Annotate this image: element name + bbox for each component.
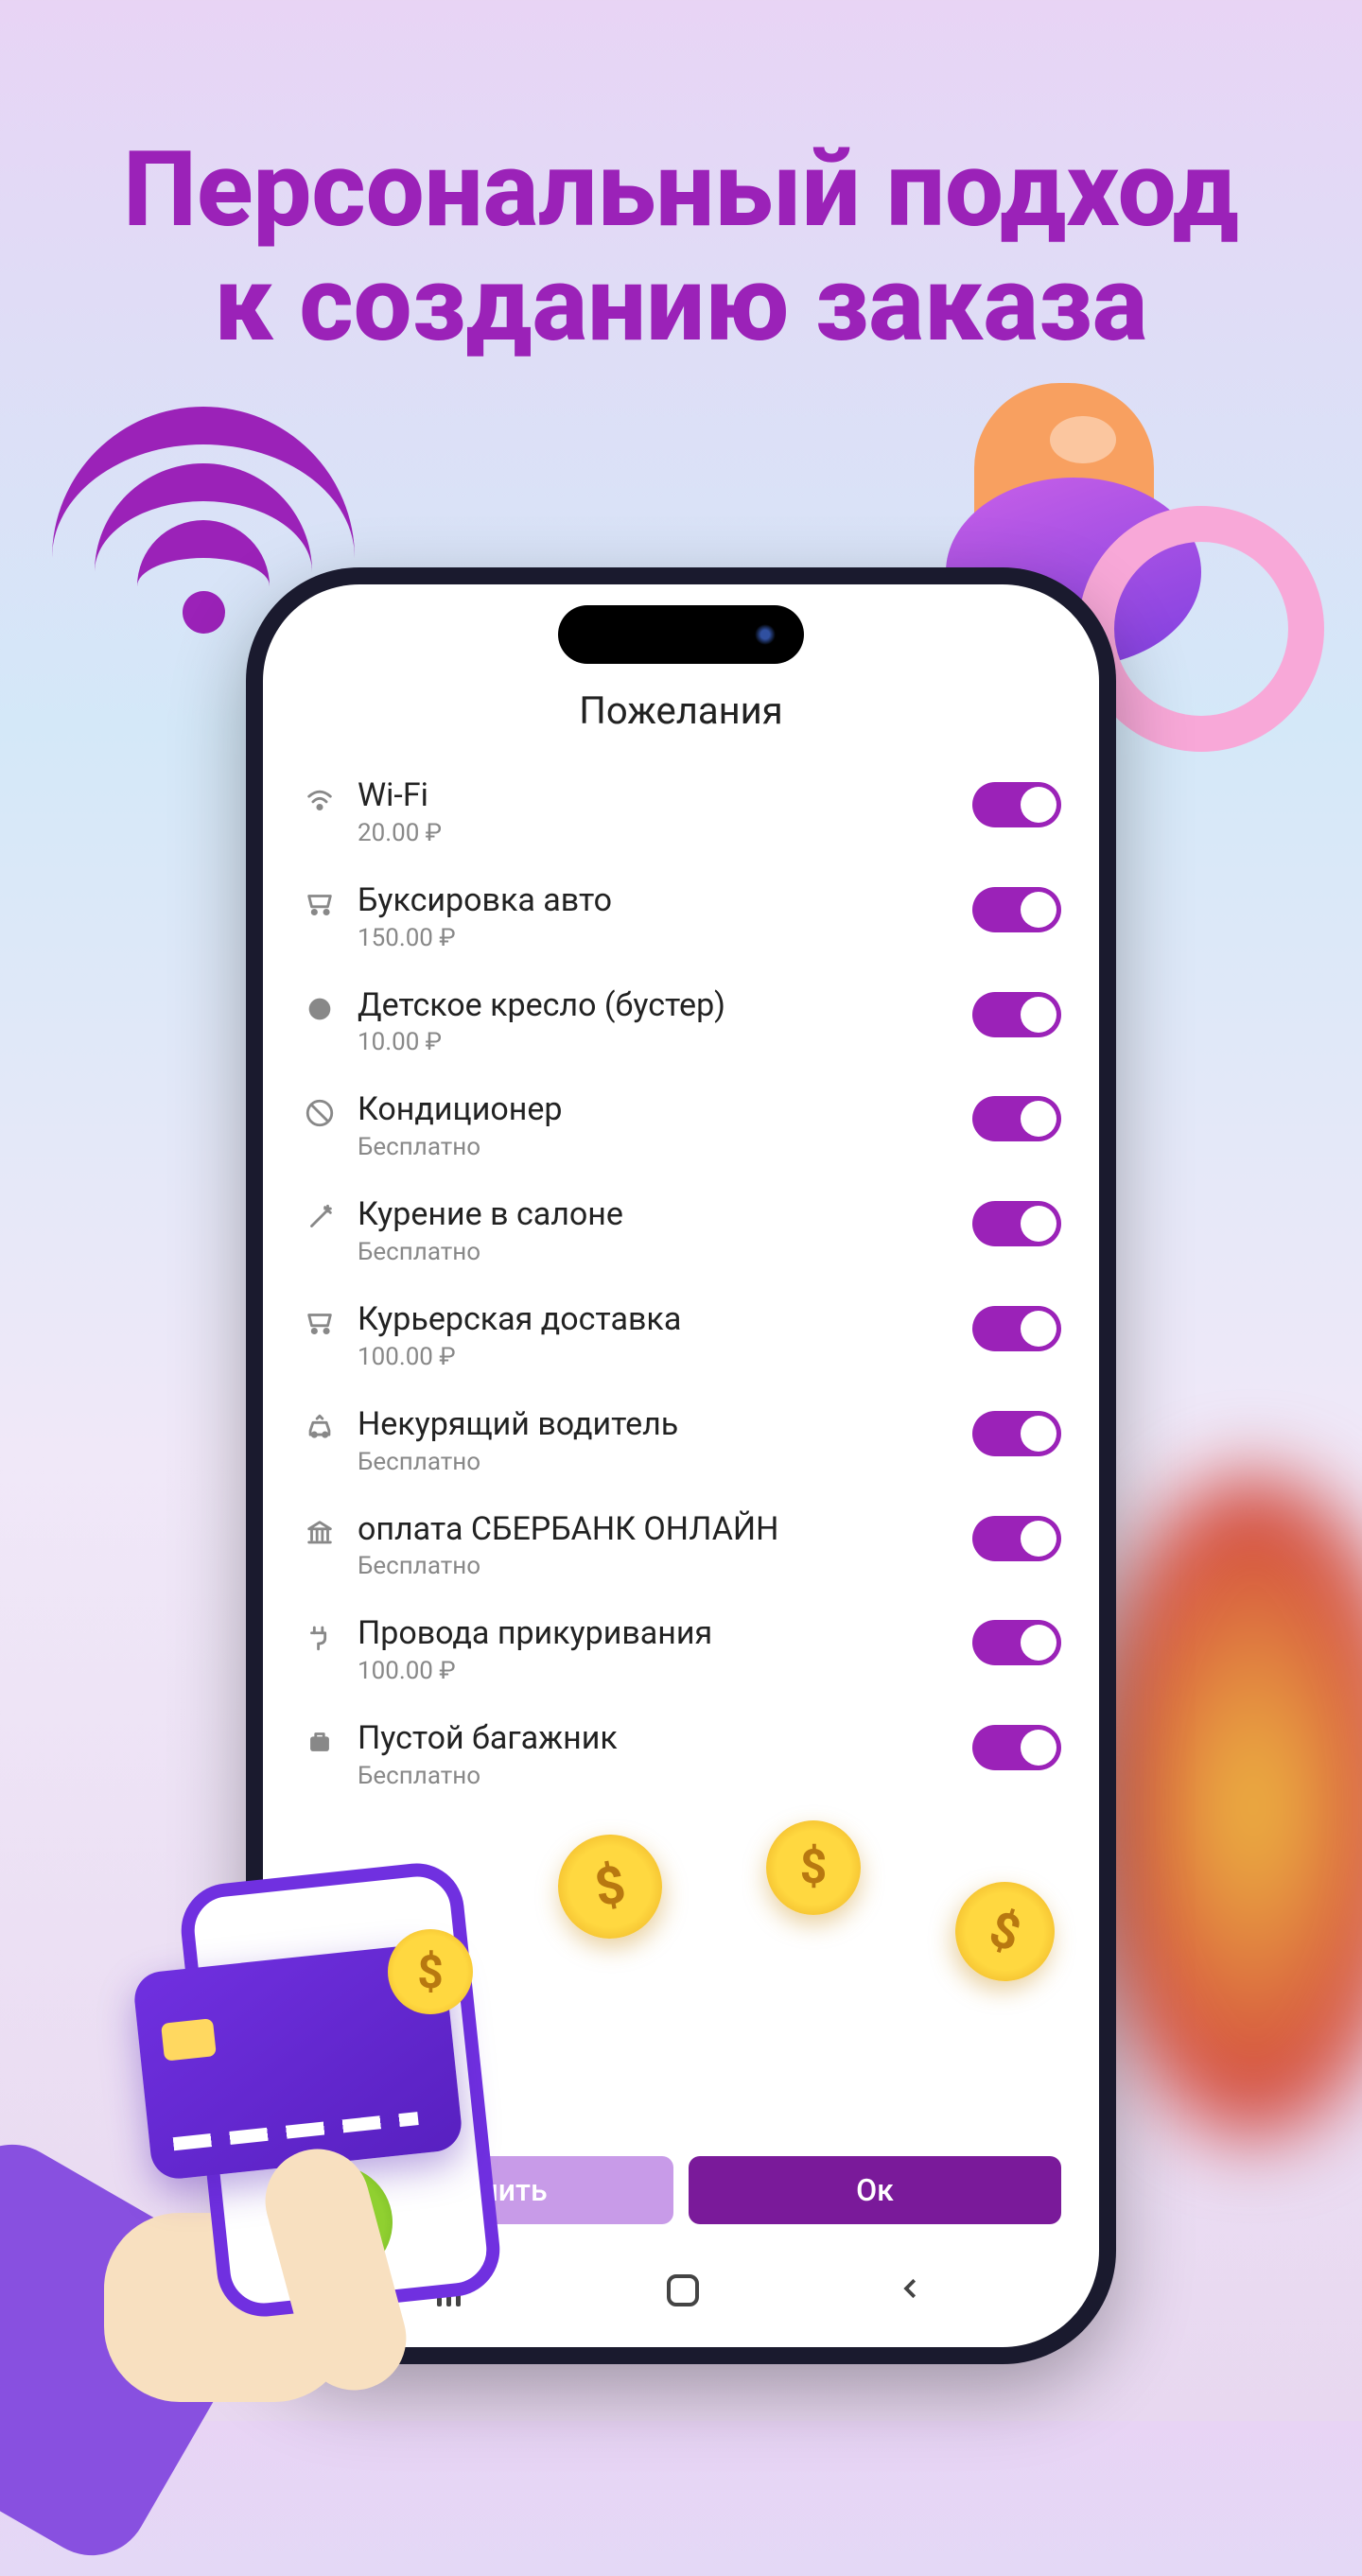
option-row: Кондиционер Бесплатно xyxy=(301,1073,1061,1178)
option-price: 10.00 ₽ xyxy=(358,1028,953,1056)
cart-icon xyxy=(301,1304,339,1342)
option-toggle[interactable] xyxy=(972,1516,1061,1561)
option-text: Курьерская доставка 100.00 ₽ xyxy=(358,1300,953,1371)
hero-line1: Персональный подход xyxy=(0,132,1362,247)
option-label: Детское кресло (бустер) xyxy=(358,986,953,1025)
wifi-icon xyxy=(301,780,339,818)
option-row: Буксировка авто 150.00 ₽ xyxy=(301,864,1061,969)
option-row: Провода прикуривания 100.00 ₽ xyxy=(301,1597,1061,1702)
plug-icon xyxy=(301,1618,339,1656)
option-toggle[interactable] xyxy=(972,782,1061,827)
option-price: 20.00 ₽ xyxy=(358,819,953,847)
wand-icon xyxy=(301,1199,339,1237)
option-row: Курение в салоне Бесплатно xyxy=(301,1178,1061,1283)
option-toggle[interactable] xyxy=(972,1725,1061,1770)
option-price: 150.00 ₽ xyxy=(358,924,953,952)
nav-home-button[interactable] xyxy=(667,2274,699,2306)
hand-decoration: $ xyxy=(0,1759,643,2421)
hero-line2: к созданию заказа xyxy=(0,247,1362,361)
nav-back-button[interactable] xyxy=(897,2274,925,2306)
coin-decoration: $ xyxy=(766,1820,861,1915)
option-price: Бесплатно xyxy=(358,1448,953,1476)
option-toggle[interactable] xyxy=(972,887,1061,932)
option-toggle[interactable] xyxy=(972,992,1061,1037)
option-price: 100.00 ₽ xyxy=(358,1657,953,1685)
option-price: Бесплатно xyxy=(358,1552,953,1580)
circle-icon xyxy=(301,990,339,1028)
option-text: Провода прикуривания 100.00 ₽ xyxy=(358,1614,953,1685)
option-text: оплата СБЕРБАНК ОНЛАЙН Бесплатно xyxy=(358,1510,953,1581)
option-price: Бесплатно xyxy=(358,1238,953,1266)
ban-icon xyxy=(301,1094,339,1132)
option-row: Детское кресло (бустер) 10.00 ₽ xyxy=(301,969,1061,1074)
option-text: Курение в салоне Бесплатно xyxy=(358,1195,953,1266)
background-blur xyxy=(1088,1475,1362,2137)
bag-icon xyxy=(301,1723,339,1761)
option-toggle[interactable] xyxy=(972,1411,1061,1456)
screen-title: Пожелания xyxy=(263,688,1099,759)
hero-title: Персональный подход к созданию заказа xyxy=(0,0,1362,361)
option-price: 100.00 ₽ xyxy=(358,1343,953,1371)
option-toggle[interactable] xyxy=(972,1096,1061,1141)
option-label: Провода прикуривания xyxy=(358,1614,953,1653)
option-row: Курьерская доставка 100.00 ₽ xyxy=(301,1283,1061,1388)
option-label: Буксировка авто xyxy=(358,881,953,920)
car-icon xyxy=(301,1409,339,1447)
option-toggle[interactable] xyxy=(972,1306,1061,1351)
option-text: Wi-Fi 20.00 ₽ xyxy=(358,776,953,847)
option-label: Кондиционер xyxy=(358,1090,953,1129)
option-label: Пустой багажник xyxy=(358,1719,953,1758)
option-text: Детское кресло (бустер) 10.00 ₽ xyxy=(358,986,953,1057)
option-toggle[interactable] xyxy=(972,1620,1061,1665)
option-label: Курение в салоне xyxy=(358,1195,953,1234)
option-label: Курьерская доставка xyxy=(358,1300,953,1339)
option-row: оплата СБЕРБАНК ОНЛАЙН Бесплатно xyxy=(301,1493,1061,1598)
option-toggle[interactable] xyxy=(972,1201,1061,1246)
option-text: Кондиционер Бесплатно xyxy=(358,1090,953,1161)
phone-notch xyxy=(558,605,804,664)
ok-button[interactable]: Ок xyxy=(689,2156,1061,2224)
option-label: Wi-Fi xyxy=(358,776,953,815)
option-text: Буксировка авто 150.00 ₽ xyxy=(358,881,953,952)
option-label: оплата СБЕРБАНК ОНЛАЙН xyxy=(358,1510,953,1549)
option-row: Wi-Fi 20.00 ₽ xyxy=(301,759,1061,864)
cart-icon xyxy=(301,885,339,923)
bank-icon xyxy=(301,1514,339,1552)
option-text: Некурящий водитель Бесплатно xyxy=(358,1405,953,1476)
option-price: Бесплатно xyxy=(358,1133,953,1161)
option-row: Некурящий водитель Бесплатно xyxy=(301,1388,1061,1493)
option-label: Некурящий водитель xyxy=(358,1405,953,1444)
